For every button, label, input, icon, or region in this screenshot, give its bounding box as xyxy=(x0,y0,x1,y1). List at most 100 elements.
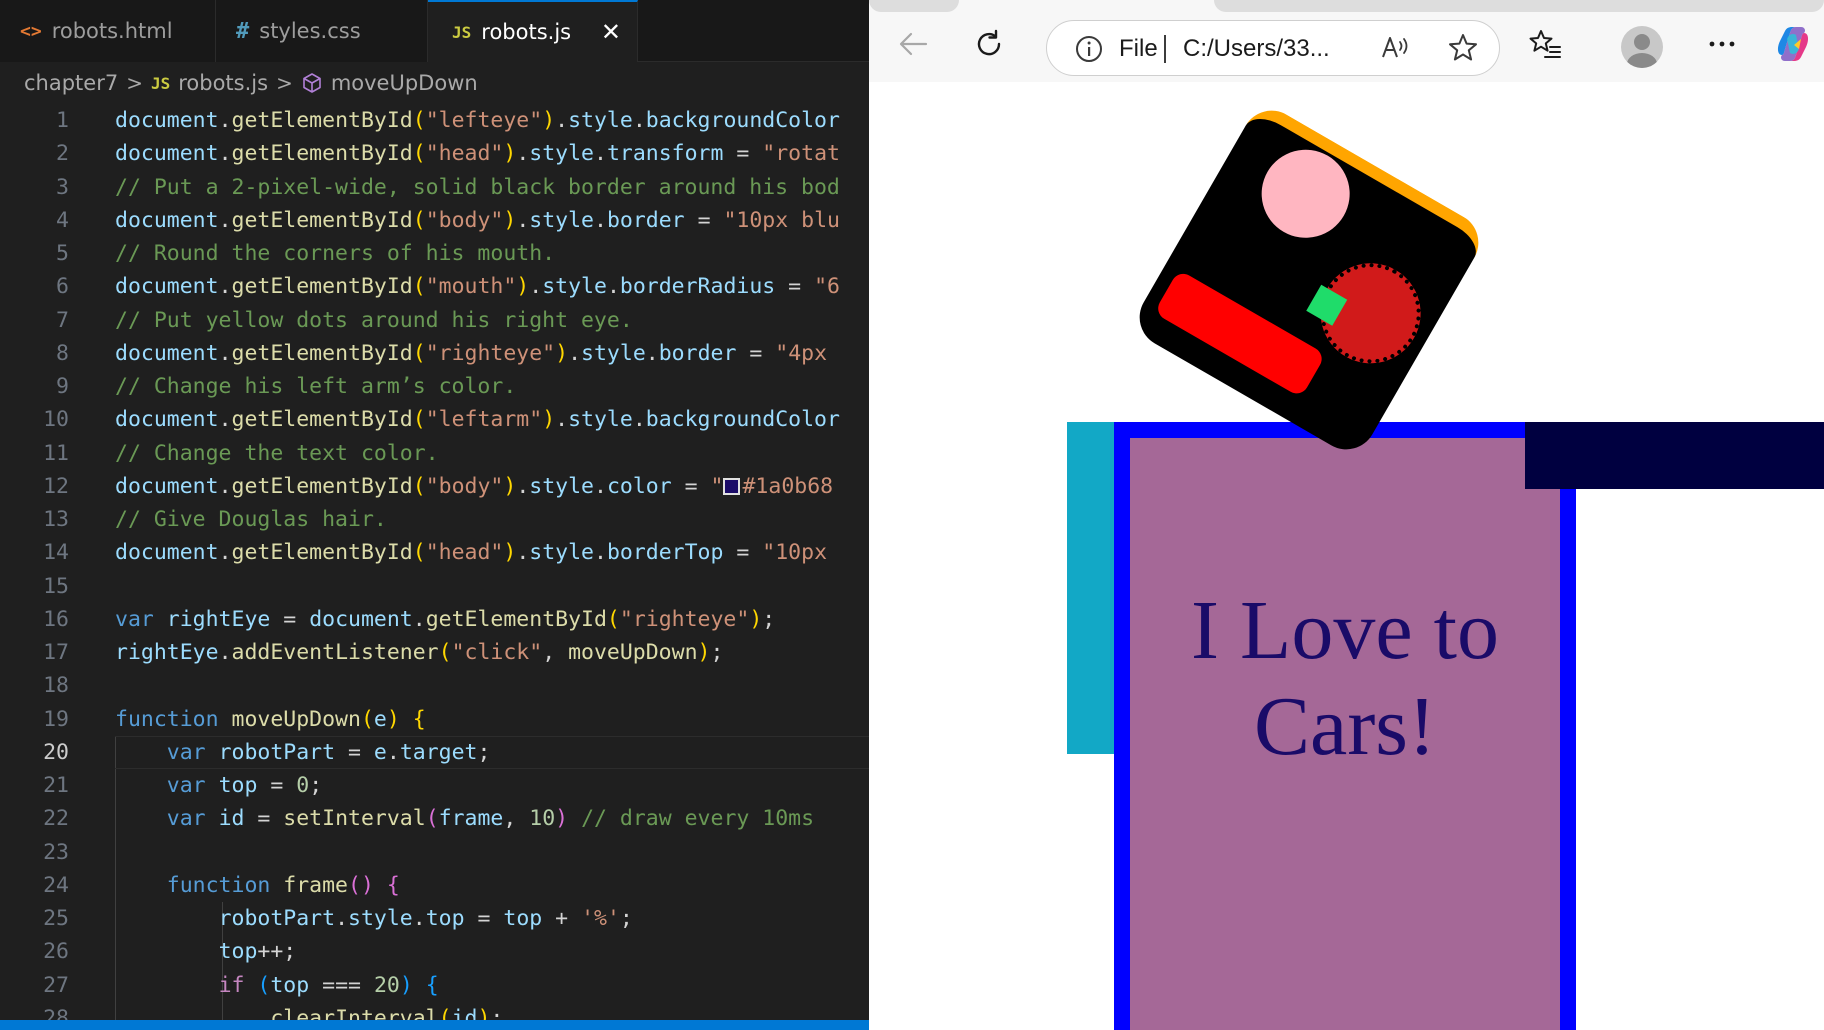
tab-robots-html[interactable]: <> robots.html xyxy=(0,0,216,62)
color-swatch[interactable] xyxy=(723,477,741,495)
code-token: "6 xyxy=(814,274,840,300)
line-number: 20 xyxy=(43,739,69,765)
code-token: . xyxy=(516,473,530,499)
browser-tab-strip[interactable] xyxy=(869,0,959,12)
code-line[interactable]: 26 top++; xyxy=(0,935,869,969)
code-token: e xyxy=(373,706,387,732)
tab-robots-js[interactable]: JS robots.js ✕ xyxy=(428,0,638,62)
copilot-icon xyxy=(1777,27,1809,61)
code-token: var xyxy=(166,739,219,765)
code-token: . xyxy=(218,540,232,566)
code-token: ++; xyxy=(257,939,297,965)
tab-label: styles.css xyxy=(259,19,361,43)
code-line[interactable]: 8 document.getElementById("righteye").sty… xyxy=(0,337,869,370)
code-line[interactable]: 17 rightEye.addEventListener("click", mov… xyxy=(0,636,869,669)
address-bar[interactable]: File C:/Users/33... xyxy=(1046,20,1500,76)
code-token: borderTop xyxy=(606,540,724,566)
code-line[interactable]: 18 xyxy=(0,669,869,702)
code-line[interactable]: 12 document.getElementById("body").style.… xyxy=(0,470,869,503)
code-token: document xyxy=(115,141,219,167)
code-line[interactable]: 23 xyxy=(0,835,869,869)
robot-body[interactable]: I Love to Cars! xyxy=(1114,422,1576,1030)
code-token: "righteye" xyxy=(619,606,750,632)
address-scheme: File xyxy=(1119,35,1158,62)
code-token: ) xyxy=(542,407,556,433)
code-token: "body" xyxy=(425,473,504,499)
line-number: 22 xyxy=(43,806,69,832)
code-token: document xyxy=(115,108,219,133)
read-aloud-icon[interactable] xyxy=(1380,33,1412,63)
code-line[interactable]: 14 document.getElementById("head").style.… xyxy=(0,536,869,569)
breadcrumb-symbol[interactable]: moveUpDown xyxy=(331,71,478,95)
code-line[interactable]: 22 var id = setInterval(frame, 10) // dr… xyxy=(0,802,869,836)
close-icon[interactable]: ✕ xyxy=(601,18,621,46)
code-token: . xyxy=(606,274,620,300)
code-line[interactable]: 1 document.getElementById("lefteye").styl… xyxy=(0,104,869,137)
code-token: ; xyxy=(309,773,323,798)
code-line[interactable]: 20 var robotPart = e.target; xyxy=(0,735,869,770)
favorites-button[interactable] xyxy=(1521,20,1569,68)
copilot-button[interactable] xyxy=(1769,20,1817,68)
code-line[interactable]: 16 var rightEye = document.getElementById… xyxy=(0,603,869,636)
code-line[interactable]: 3 // Put a 2-pixel-wide, solid black bord… xyxy=(0,171,869,204)
back-button[interactable] xyxy=(889,20,937,68)
more-menu-button[interactable] xyxy=(1698,20,1746,68)
code-line[interactable]: 5 // Round the corners of his mouth. xyxy=(0,237,869,270)
code-token: ( xyxy=(412,141,426,167)
code-token: getElementById xyxy=(231,141,413,167)
code-line[interactable]: 11 // Change the text color. xyxy=(0,437,869,470)
code-token: ( xyxy=(257,972,271,998)
code-line[interactable]: 7 // Put yellow dots around his right eye… xyxy=(0,304,869,337)
robot-right-arm[interactable] xyxy=(1525,422,1824,489)
code-token: style xyxy=(529,207,594,233)
code-token: === xyxy=(309,972,374,998)
code-line[interactable]: 13 // Give Douglas hair. xyxy=(0,503,869,536)
code-line[interactable]: 27 if (top === 20) { xyxy=(0,968,869,1002)
tab-label: robots.js xyxy=(481,20,572,44)
address-path[interactable]: C:/Users/33... xyxy=(1183,35,1330,63)
info-icon[interactable] xyxy=(1074,34,1104,64)
code-area[interactable]: 1 document.getElementById("lefteye").styl… xyxy=(0,104,869,1030)
line-number: 26 xyxy=(43,939,69,965)
code-line[interactable]: 25 robotPart.style.top = top + '%'; xyxy=(0,902,869,936)
code-token: , xyxy=(503,806,530,832)
back-arrow-icon xyxy=(899,32,928,56)
refresh-button[interactable] xyxy=(965,20,1013,68)
code-token: // Put a 2-pixel-wide, solid black borde… xyxy=(115,174,840,200)
code-line[interactable]: 15 xyxy=(0,570,869,603)
code-line[interactable]: 2 document.getElementById("head").style.t… xyxy=(0,137,869,170)
code-token: ) xyxy=(555,340,569,366)
code-line[interactable]: 10 document.getElementById("leftarm").sty… xyxy=(0,403,869,436)
code-text: // Change his left arm’s color. xyxy=(115,370,516,403)
code-token: rightEye xyxy=(115,640,219,665)
code-token: ) xyxy=(399,972,413,998)
code-line[interactable]: 6 document.getElementById("mouth").style.… xyxy=(0,270,869,303)
code-token: style xyxy=(348,906,413,931)
code-token: ; xyxy=(619,906,633,931)
breadcrumb-file[interactable]: robots.js xyxy=(178,71,268,95)
symbol-method-icon xyxy=(303,73,321,93)
code-token: document xyxy=(115,207,219,233)
code-token: . xyxy=(218,340,232,366)
code-token: top xyxy=(270,972,310,998)
code-line[interactable]: 9 // Change his left arm’s color. xyxy=(0,370,869,403)
code-text: document.getElementById("head").style.tr… xyxy=(115,137,840,170)
browser-tab-strip[interactable] xyxy=(1214,0,1824,12)
code-line[interactable]: 19 function moveUpDown(e) { xyxy=(0,703,869,736)
profile-avatar-icon[interactable] xyxy=(1621,26,1663,68)
tab-styles-css[interactable]: # styles.css xyxy=(216,0,428,62)
code-editor[interactable]: <> robots.html # styles.css JS robots.js… xyxy=(0,0,869,1030)
code-line[interactable]: 24 function frame() { xyxy=(0,868,869,902)
line-number: 12 xyxy=(43,473,69,499)
code-line[interactable]: 4 document.getElementById("body").style.b… xyxy=(0,204,869,237)
line-number: 1 xyxy=(56,108,69,133)
favorite-star-icon[interactable] xyxy=(1447,32,1479,64)
code-token: ( xyxy=(412,407,426,433)
code-token: var xyxy=(166,806,219,832)
robot-head[interactable] xyxy=(1128,99,1490,461)
code-token: var xyxy=(166,773,219,798)
breadcrumb-folder[interactable]: chapter7 xyxy=(24,71,118,95)
code-line[interactable]: 21 var top = 0; xyxy=(0,769,869,803)
